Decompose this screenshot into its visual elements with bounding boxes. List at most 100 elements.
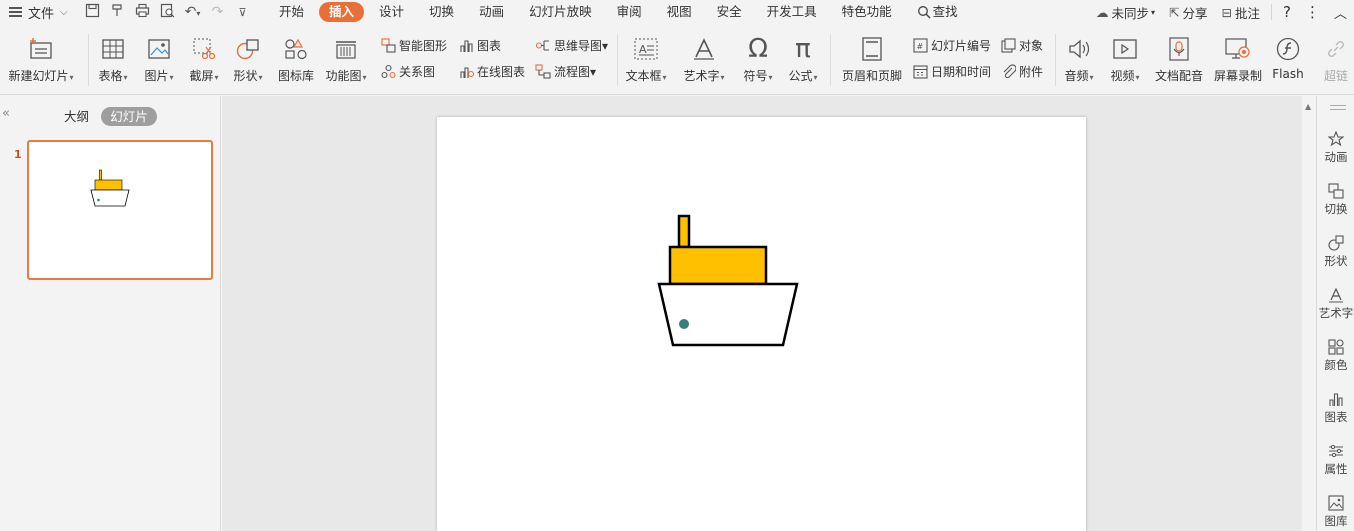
header-footer-label: 页眉和页脚 [841,69,902,83]
flowchart-button[interactable]: 流程图 ▾ [535,63,596,80]
tab-review[interactable]: 审阅 [607,2,652,22]
collapse-ribbon-icon[interactable]: ︿ [1327,3,1354,22]
help-icon[interactable]: ? [1276,3,1298,21]
header-footer-button[interactable]: 页眉和页脚 [840,24,904,84]
share-button[interactable]: ⇱ 分享 [1162,3,1215,22]
pane-gallery[interactable]: 图库 [1317,494,1354,529]
menu-divider [1271,4,1273,20]
tab-developer[interactable]: 开发工具 [757,2,827,22]
online-chart-button[interactable]: 在线图表 [458,63,525,80]
picture-button[interactable]: 图片▾ [141,24,177,84]
datetime-button[interactable]: 日期和时间 [912,63,991,80]
formula-button[interactable]: π 公式▾ [785,24,821,84]
hyperlink-label: 超链 [1323,69,1348,83]
icon-library-label: 图标库 [277,69,314,83]
wordart-icon [689,34,719,64]
textbox-button[interactable]: A 文本框▾ [622,24,670,84]
share-label: 分享 [1182,5,1208,21]
pi-icon: π [795,34,811,64]
doc-voice-button[interactable]: 文档配音 [1153,24,1205,84]
print-preview-icon[interactable] [155,3,180,22]
pane-transition[interactable]: 切换 [1317,182,1354,217]
ship-chimney[interactable] [677,214,691,249]
slide-page[interactable] [437,117,1086,531]
video-button[interactable]: 视频▾ [1106,24,1144,84]
tab-security[interactable]: 安全 [707,2,752,22]
formula-label: 公式 [788,69,813,83]
audio-button[interactable]: 音频▾ [1060,24,1098,84]
customize-dropdown-icon[interactable]: ⊽ [230,6,255,19]
print-icon[interactable] [130,3,155,22]
screenshot-button[interactable]: 截屏▾ [186,24,222,84]
smart-art-button[interactable]: 智能图形 [380,37,447,54]
more-icon[interactable]: ⋮ [1298,3,1327,21]
screenshot-label: 截屏 [189,69,214,83]
pane-wordart-label: 艺术字 [1318,306,1354,320]
tab-slides[interactable]: 幻灯片 [101,107,157,126]
redo-icon[interactable]: ↷ [205,4,230,20]
tab-home[interactable]: 开始 [269,2,314,22]
pane-properties[interactable]: 属性 [1317,442,1354,477]
pane-animation[interactable]: 动画 [1317,130,1354,165]
save-icon[interactable] [80,3,105,22]
object-icon [1000,38,1016,54]
gallery-icon [1317,494,1354,512]
chart-button[interactable]: 图表 [458,37,501,54]
ship-hull[interactable] [657,282,799,347]
video-label: 视频 [1110,69,1135,83]
new-slide-button[interactable]: 新建幻灯片▾ [6,24,76,84]
tab-insert[interactable]: 插入 [319,2,365,22]
online-chart-label: 在线图表 [477,65,526,79]
slide-number: 1 [14,148,22,161]
tab-features[interactable]: 特色功能 [832,2,902,22]
search-button[interactable]: 查找 [907,2,968,22]
scroll-up-icon[interactable]: ▲ [1305,102,1311,111]
collapse-panel-icon[interactable]: « [2,106,10,121]
screen-record-icon [1223,34,1253,64]
textbox-label: 文本框 [625,69,662,83]
ship-cabin[interactable] [668,245,768,286]
icon-library-button[interactable]: 图标库 [276,24,316,84]
flash-label: Flash [1272,67,1304,81]
grip-handle[interactable] [1330,105,1346,113]
sliders-icon [1317,442,1354,460]
mindmap-button[interactable]: 思维导图 ▾ [535,37,608,54]
pane-wordart[interactable]: 艺术字 [1317,286,1354,321]
comment-button[interactable]: ⊟ 批注 [1215,3,1268,22]
attachment-button[interactable]: 附件 [1000,63,1043,80]
tab-view[interactable]: 视图 [657,2,702,22]
slide-thumbnail[interactable] [27,140,213,280]
shape-button[interactable]: 形状▾ [230,24,266,84]
table-button[interactable]: 表格▾ [95,24,131,84]
symbol-button[interactable]: Ω 符号▾ [740,24,776,84]
mindmap-label: 思维导图 [554,39,603,53]
omega-icon: Ω [748,34,768,64]
pane-chart[interactable]: 图表 [1317,390,1354,425]
slide-number-button[interactable]: # 幻灯片编号 [912,37,991,54]
tab-slideshow[interactable]: 幻灯片放映 [519,2,602,22]
undo-icon[interactable]: ↶▾ [180,4,205,20]
attachment-label: 附件 [1019,65,1044,79]
tab-transitions[interactable]: 切换 [419,2,464,22]
wordart-button[interactable]: 艺术字▾ [680,24,728,84]
flash-button[interactable]: Flash [1270,24,1306,81]
header-footer-icon [857,34,887,64]
tab-design[interactable]: 设计 [369,2,414,22]
datetime-label: 日期和时间 [931,65,992,79]
ship-porthole[interactable] [679,319,689,329]
file-menu[interactable]: 文件 ⌵ [0,3,80,22]
pane-shape[interactable]: 形状 [1317,234,1354,269]
pane-color[interactable]: 颜色 [1317,338,1354,373]
function-chart-button[interactable]: 功能图▾ [323,24,369,84]
sync-button[interactable]: ☁ 未同步 ▾ [1089,3,1162,22]
tab-animations[interactable]: 动画 [469,2,514,22]
tab-outline[interactable]: 大纲 [64,107,89,126]
screen-record-button[interactable]: 屏幕录制 [1212,24,1264,84]
vertical-scrollbar[interactable]: ▲ [1302,96,1316,531]
relation-chart-button[interactable]: 关系图 [380,63,435,80]
hyperlink-button[interactable]: 超链 [1318,24,1354,84]
shape-label: 形状 [233,69,258,83]
format-painter-icon[interactable] [105,3,130,22]
object-button[interactable]: 对象 [1000,37,1043,54]
shapes-icon [1317,234,1354,252]
